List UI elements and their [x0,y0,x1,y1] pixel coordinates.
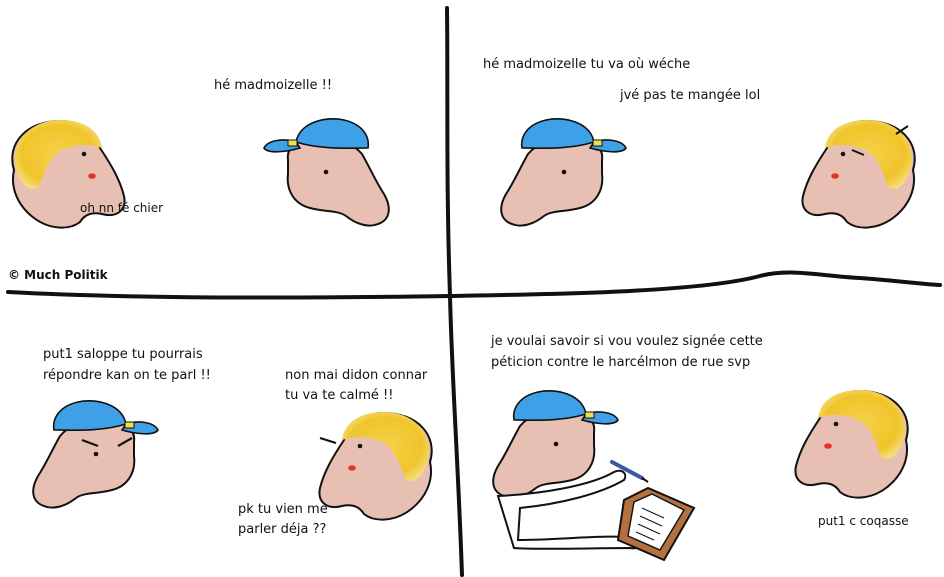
speech-text: péticion contre le harcélmon de rue svp [491,355,751,370]
woman-head [795,390,907,498]
man-head-cap [33,401,158,508]
man-head-cap [501,119,626,226]
woman-head [802,120,914,228]
speech-text: parler déja ?? [238,522,327,537]
panel-borders [6,6,942,577]
panel-2 [501,119,915,228]
speech-text: hé madmoizelle tu va où wéche [483,57,691,72]
speech-text: put1 c coqasse [818,514,909,528]
speech-text: hé madmoizelle !! [214,78,333,93]
speech-text: non mai didon connar [285,368,428,383]
panel-3 [33,401,432,520]
comic-strip [6,6,942,577]
woman-head [319,412,431,520]
credit-label: © Much Politik [8,268,108,282]
speech-text: put1 saloppe tu pourrais [43,347,203,362]
speech-text: jvé pas te mangée lol [620,88,761,103]
man-head-cap [263,117,390,227]
speech-text: oh nn fé chier [80,201,164,215]
clipboard-icon [616,486,696,562]
speech-text: répondre kan on te parl !! [43,368,211,383]
speech-text: pk tu vien me [238,502,328,517]
panel-4 [493,390,908,562]
speech-text: tu va te calmé !! [285,388,394,403]
speech-text: je voulai savoir si vou voulez signée ce… [491,334,763,349]
panel-1 [11,117,390,229]
